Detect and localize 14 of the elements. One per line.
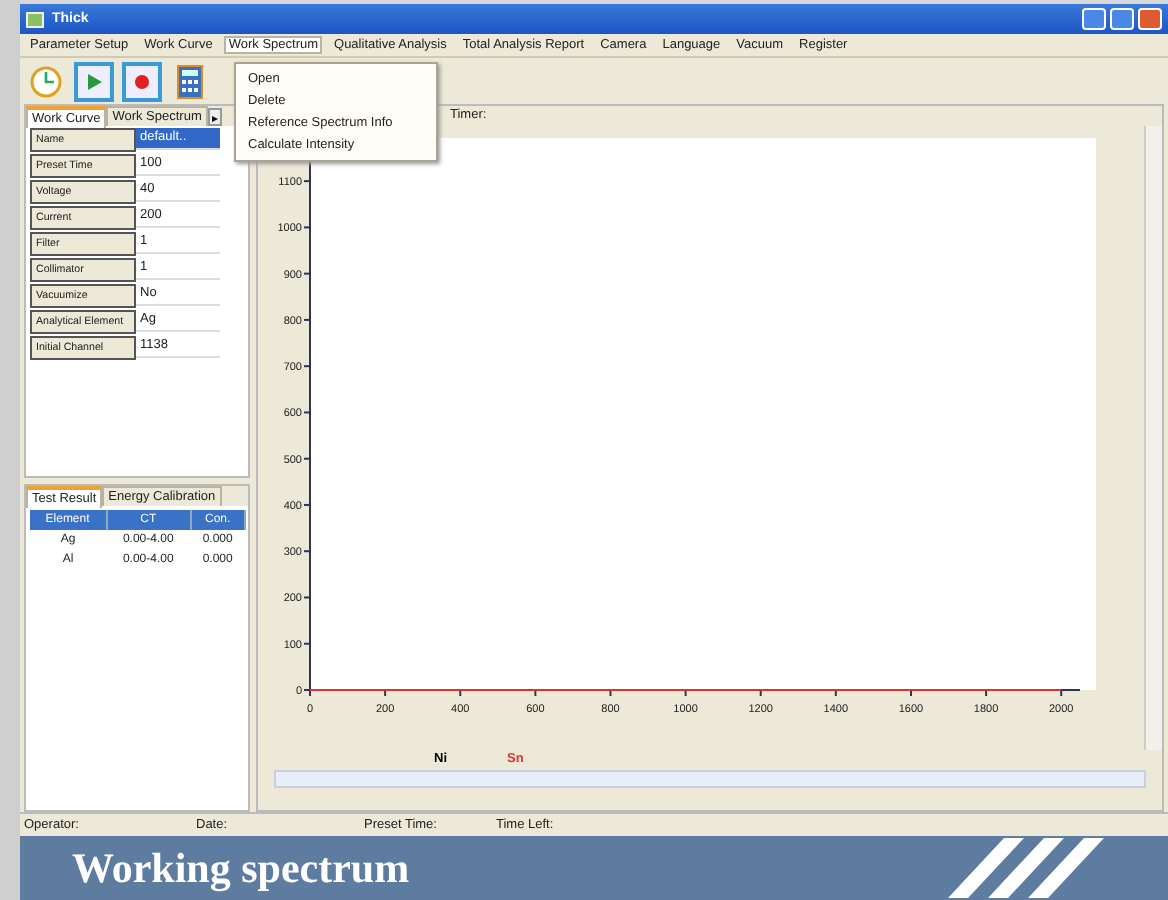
calculator-icon (176, 63, 204, 99)
clock-icon (30, 65, 62, 97)
horizontal-scrollbar[interactable] (274, 770, 1146, 788)
minimize-button[interactable] (1082, 8, 1106, 30)
app-icon (26, 11, 44, 27)
clock-button[interactable] (26, 61, 66, 101)
play-button[interactable] (74, 61, 114, 101)
banner-title: Working spectrum (72, 843, 410, 893)
maximize-button[interactable] (1110, 8, 1134, 30)
close-button[interactable] (1138, 8, 1162, 30)
play-icon (82, 69, 106, 93)
vertical-scrollbar[interactable] (1144, 126, 1162, 750)
record-icon (130, 69, 154, 93)
stop-button[interactable] (122, 61, 162, 101)
